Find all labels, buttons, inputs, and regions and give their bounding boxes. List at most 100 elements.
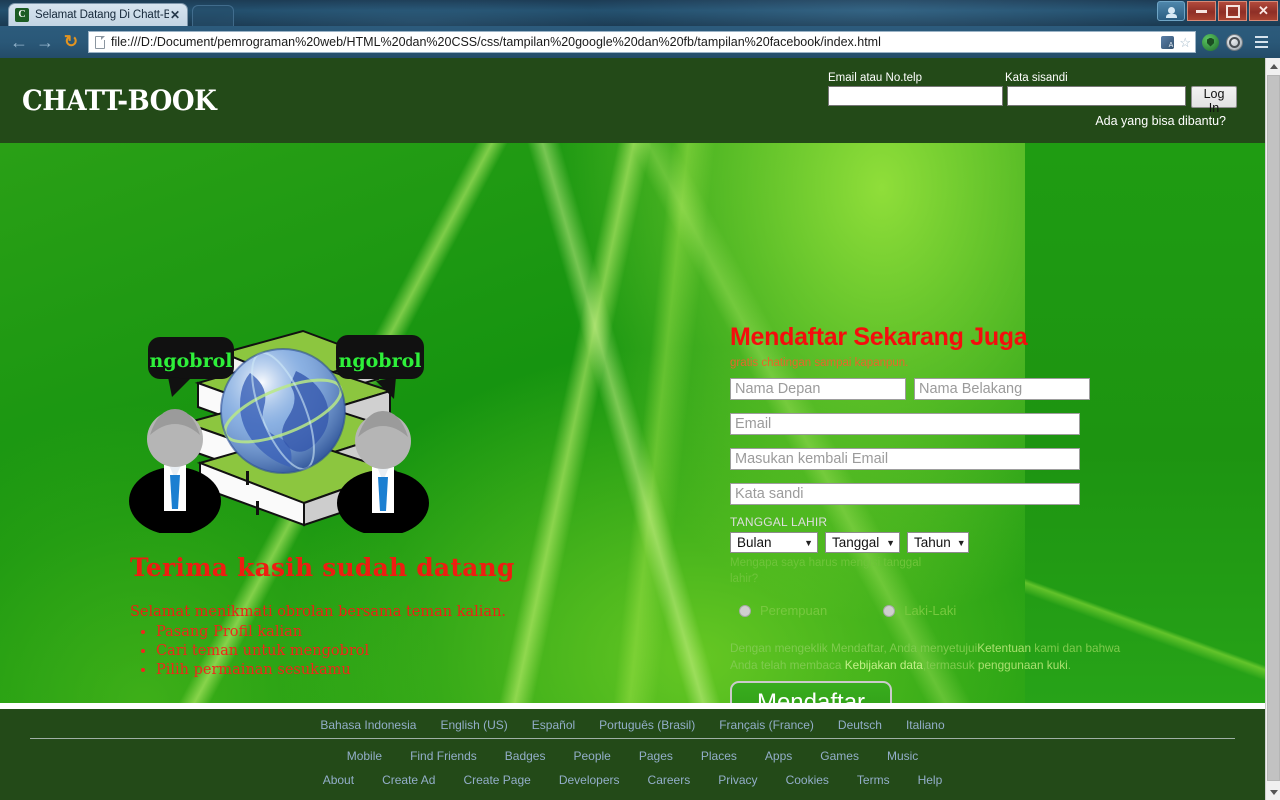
bookmark-star-icon[interactable]: ☆	[1179, 36, 1191, 49]
footer-links-row-1: Mobile Find Friends Badges People Pages …	[0, 749, 1265, 763]
footer-link[interactable]: Privacy	[718, 773, 757, 787]
login-email-input[interactable]	[828, 86, 1003, 106]
chrome-menu-icon[interactable]	[1252, 33, 1270, 51]
password-input[interactable]: Kata sandi	[730, 483, 1080, 505]
footer-lang-link[interactable]: English (US)	[440, 718, 507, 732]
footer-lang-link[interactable]: Français (France)	[719, 718, 814, 732]
terms-link[interactable]: Ketentuan	[977, 641, 1031, 655]
footer-link[interactable]: Developers	[559, 773, 620, 787]
gender-row: Perempuan Laki-Laki	[730, 603, 1130, 618]
year-select[interactable]: Tahun ▼	[907, 532, 969, 553]
omnibox-icons: ☆	[1161, 35, 1191, 49]
footer-lang-link[interactable]: Deutsch	[838, 718, 882, 732]
thanks-title: Terima kasih sudah datang	[130, 553, 515, 582]
vertical-scrollbar[interactable]	[1265, 58, 1280, 800]
signup-form: Mendaftar Sekarang Juga gratis chatingan…	[730, 323, 1130, 703]
login-area: Email atau No.telp Kata sisandi Log In A…	[828, 72, 1237, 128]
footer-link[interactable]: Cookies	[786, 773, 829, 787]
email-input[interactable]: Email	[730, 413, 1080, 435]
radio-icon[interactable]	[883, 604, 896, 617]
close-button[interactable]: ✕	[1249, 1, 1278, 21]
page-viewport: CHATT-BOOK Email atau No.telp Kata sisan…	[0, 58, 1280, 800]
signup-subtitle: gratis chatingan sampai kapanpun.	[730, 357, 909, 369]
footer-link[interactable]: Pages	[639, 749, 673, 763]
hero-section: ngobrol ngobrol Terima kasih sudah datan…	[0, 143, 1265, 703]
footer-link[interactable]: Create Page	[463, 773, 530, 787]
page-info-icon	[95, 35, 105, 49]
footer-lang-link[interactable]: Bahasa Indonesia	[320, 718, 416, 732]
maximize-button[interactable]	[1218, 1, 1247, 21]
url-text: file:///D:/Document/pemrograman%20web/HT…	[111, 35, 881, 49]
site-logo[interactable]: CHATT-BOOK	[22, 84, 217, 117]
minimize-button[interactable]	[1187, 1, 1216, 21]
reload-icon[interactable]: ↻	[58, 29, 84, 55]
footer-link[interactable]: Badges	[505, 749, 546, 763]
login-labels: Email atau No.telp Kata sisandi	[828, 72, 1228, 84]
site-footer: Bahasa Indonesia English (US) Español Po…	[0, 709, 1265, 800]
window-controls: ✕	[1157, 1, 1278, 21]
browser-tab[interactable]: C Selamat Datang Di Chatt-B ✕	[8, 3, 188, 26]
footer-link[interactable]: Find Friends	[410, 749, 477, 763]
data-policy-link[interactable]: Kebijakan data	[845, 658, 923, 672]
login-button[interactable]: Log In	[1191, 86, 1237, 115]
browser-window: C Selamat Datang Di Chatt-B ✕ ✕ ← → ↻ fi…	[0, 0, 1280, 800]
footer-link[interactable]: Help	[918, 773, 943, 787]
footer-link[interactable]: People	[573, 749, 610, 763]
gender-female-option[interactable]: Perempuan	[739, 603, 827, 618]
browser-titlebar: C Selamat Datang Di Chatt-B ✕ ✕	[0, 0, 1280, 26]
footer-link[interactable]: Create Ad	[382, 773, 435, 787]
gender-female-label: Perempuan	[760, 603, 828, 619]
list-item: Pasang Profil kalian	[156, 624, 600, 640]
day-select[interactable]: Tanggal ▼	[825, 532, 900, 553]
footer-link[interactable]: Music	[887, 749, 918, 763]
scrollbar-thumb[interactable]	[1267, 75, 1280, 781]
last-name-input[interactable]: Nama Belakang	[914, 378, 1090, 400]
tab-title: Selamat Datang Di Chatt-B	[35, 9, 169, 21]
user-avatar-icon[interactable]	[1157, 1, 1185, 21]
footer-link[interactable]: Mobile	[347, 749, 382, 763]
translate-icon[interactable]	[1161, 35, 1175, 49]
chevron-down-icon: ▼	[886, 537, 895, 548]
forward-icon[interactable]: →	[32, 29, 58, 55]
cookie-link[interactable]: penggunaan kuki	[978, 658, 1068, 672]
footer-link[interactable]: Careers	[648, 773, 691, 787]
footer-lang-link[interactable]: Español	[532, 718, 575, 732]
signup-submit-button[interactable]: Mendaftar	[730, 681, 892, 703]
footer-divider	[30, 738, 1235, 739]
left-copy: Terima kasih sudah datang Selamat menikm…	[130, 553, 600, 678]
radio-icon[interactable]	[739, 604, 751, 617]
year-select-value: Tahun	[914, 535, 951, 550]
address-bar[interactable]: file:///D:/Document/pemrograman%20web/HT…	[88, 31, 1196, 53]
terms-part-3: ,termasuk	[922, 658, 978, 673]
footer-link[interactable]: Apps	[765, 749, 792, 763]
month-select[interactable]: Bulan ▼	[730, 532, 818, 553]
new-tab-button[interactable]	[192, 5, 234, 26]
adblock-extension-icon[interactable]	[1226, 33, 1243, 51]
day-select-value: Tanggal	[832, 535, 880, 550]
dob-help-link[interactable]: Mengapa saya harus mengisi tanggal lahir…	[730, 556, 922, 587]
month-select-value: Bulan	[737, 535, 772, 550]
favicon-icon: C	[15, 8, 29, 22]
login-email-label: Email atau No.telp	[828, 72, 922, 84]
web-page: CHATT-BOOK Email atau No.telp Kata sisan…	[0, 58, 1265, 800]
extension-icons	[1202, 33, 1274, 51]
tab-close-icon[interactable]: ✕	[169, 9, 181, 21]
terms-part-1: Dengan mengeklik Mendaftar, Anda menyetu…	[730, 641, 978, 656]
login-password-input[interactable]	[1007, 86, 1186, 106]
footer-link[interactable]: Games	[820, 749, 859, 763]
back-icon[interactable]: ←	[6, 29, 32, 55]
footer-link[interactable]: Places	[701, 749, 737, 763]
gender-male-option[interactable]: Laki-Laki	[883, 603, 956, 618]
shield-extension-icon[interactable]	[1202, 33, 1219, 51]
scroll-up-icon[interactable]	[1266, 58, 1280, 74]
browser-toolbar: ← → ↻ file:///D:/Document/pemrograman%20…	[0, 26, 1280, 58]
footer-link[interactable]: About	[323, 773, 354, 787]
first-name-input[interactable]: Nama Depan	[730, 378, 906, 400]
email-confirm-input[interactable]: Masukan kembali Email	[730, 448, 1080, 470]
terms-part-4: .	[1067, 658, 1072, 673]
footer-lang-link[interactable]: Italiano	[906, 718, 945, 732]
help-link[interactable]: Ada yang bisa dibantu?	[828, 114, 1228, 128]
footer-lang-link[interactable]: Português (Brasil)	[599, 718, 695, 732]
footer-link[interactable]: Terms	[857, 773, 890, 787]
scroll-down-icon[interactable]	[1266, 784, 1280, 800]
